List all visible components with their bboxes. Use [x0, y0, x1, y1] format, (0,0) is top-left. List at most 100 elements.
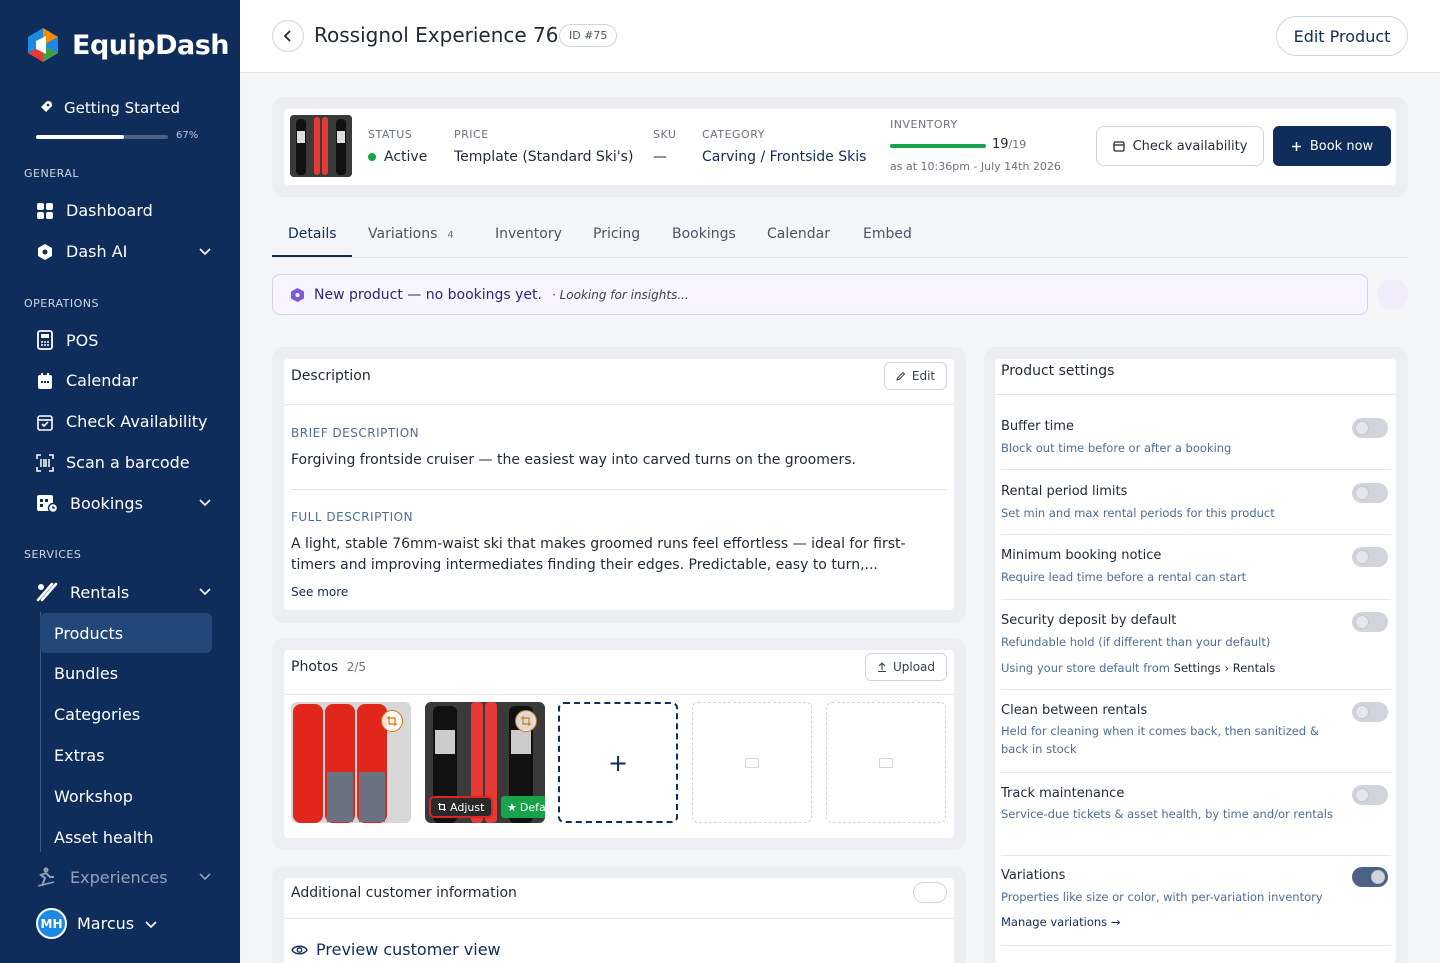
plus-icon: +	[607, 748, 629, 777]
experiences-icon	[37, 867, 55, 887]
setting-description: Service-due tickets & asset health, by t…	[1001, 807, 1333, 821]
sidebar-item-categories[interactable]: Categories	[40, 695, 212, 735]
star-icon: ★	[507, 800, 517, 814]
check-availability-button[interactable]: Check availability	[1096, 126, 1264, 166]
chevron-down-icon	[199, 873, 211, 881]
product-summary: STATUS Active PRICE Template (Standard S…	[284, 109, 1396, 185]
settings-rentals-link[interactable]: Settings › Rentals	[1174, 661, 1276, 675]
hexagon-icon	[38, 243, 52, 260]
empty-photo-slot[interactable]	[692, 702, 812, 823]
hexagon-icon	[291, 287, 304, 302]
product-thumbnail[interactable]	[290, 115, 352, 177]
see-more-link[interactable]: See more	[291, 585, 348, 599]
minimum-booking-notice-toggle[interactable]	[1352, 547, 1388, 567]
getting-started-percent: 67%	[176, 130, 199, 141]
divider	[1001, 772, 1391, 773]
crop-icon[interactable]	[381, 710, 403, 732]
chevron-down-icon	[145, 920, 157, 928]
sidebar-item-label: Bundles	[54, 664, 119, 684]
back-button[interactable]	[272, 20, 304, 52]
setting-title: Minimum booking notice	[1001, 548, 1162, 563]
user-menu[interactable]: MH Marcus	[36, 908, 158, 939]
edit-description-button[interactable]: Edit	[884, 362, 947, 390]
divider	[1001, 599, 1391, 600]
security-deposit-note: Using your store default from Settings ›…	[1001, 661, 1275, 675]
status-field: STATUS Active	[368, 128, 427, 165]
add-photo-slot[interactable]: +	[558, 702, 678, 823]
empty-photo-slot[interactable]	[826, 702, 946, 823]
sidebar-item-extras[interactable]: Extras	[40, 735, 212, 775]
nav-experiences-label: Experiences	[70, 867, 168, 887]
tab-inventory[interactable]: Inventory	[495, 226, 562, 242]
app-logo[interactable]: EquipDash	[24, 26, 230, 64]
equipdash-logo-icon	[24, 26, 62, 64]
nav-bookings[interactable]: Bookings	[36, 493, 216, 513]
tab-embed[interactable]: Embed	[863, 226, 912, 242]
upload-icon	[877, 662, 886, 672]
sidebar-item-products[interactable]: Products	[40, 613, 212, 653]
calendar-check-icon	[37, 414, 53, 431]
sidebar-item-label: Products	[54, 623, 124, 643]
upload-button[interactable]: Upload	[865, 653, 947, 681]
image-placeholder-icon	[745, 757, 759, 768]
additional-info-toggle[interactable]	[913, 882, 947, 903]
banner-action[interactable]	[1377, 279, 1408, 310]
divider	[284, 918, 954, 919]
nav-calendar[interactable]: Calendar	[36, 371, 216, 390]
edit-description-label: Edit	[911, 369, 936, 383]
calendar-icon	[1112, 141, 1125, 152]
tab-variations[interactable]: Variations 4	[368, 226, 454, 242]
chevron-down-icon	[199, 499, 211, 507]
description-title: Description	[291, 368, 371, 384]
setting-description: Block out time before or after a booking	[1001, 441, 1232, 455]
buffer-time-toggle[interactable]	[1352, 418, 1388, 438]
category-value[interactable]: Carving / Frontside Skis	[702, 149, 866, 165]
status-label: STATUS	[368, 128, 413, 141]
nav-dash-ai[interactable]: Dash AI	[36, 242, 216, 261]
sku-value: —	[653, 149, 667, 165]
sidebar-item-workshop[interactable]: Workshop	[40, 776, 212, 816]
book-now-button[interactable]: Book now	[1273, 126, 1391, 166]
sidebar-item-bundles[interactable]: Bundles	[40, 654, 212, 694]
divider	[995, 394, 1396, 395]
photo-2[interactable]: Adjust ★ Defa	[425, 702, 545, 823]
divider	[1001, 855, 1391, 856]
inventory-label: INVENTORY	[890, 118, 958, 131]
crop-icon[interactable]	[515, 710, 537, 732]
adjust-button[interactable]: Adjust	[429, 796, 494, 818]
nav-scan-barcode[interactable]: Scan a barcode	[36, 453, 216, 472]
adjust-label: Adjust	[450, 800, 485, 814]
setting-title: Clean between rentals	[1001, 703, 1148, 718]
banner-text: New product — no bookings yet.	[314, 286, 542, 303]
manage-variations-link[interactable]: Manage variations →	[1001, 915, 1120, 929]
photo-1[interactable]	[291, 702, 411, 823]
chevron-left-icon	[283, 30, 291, 42]
edit-product-button[interactable]: Edit Product	[1276, 16, 1408, 56]
tab-bookings[interactable]: Bookings	[672, 226, 736, 242]
section-operations: OPERATIONS	[24, 297, 99, 310]
product-settings-card: Product settings Buffer time Block out t…	[995, 359, 1396, 963]
nav-check-availability[interactable]: Check Availability	[36, 412, 216, 431]
rental-period-limits-toggle[interactable]	[1352, 483, 1388, 503]
tab-details[interactable]: Details	[288, 226, 337, 242]
tab-calendar[interactable]: Calendar	[767, 226, 830, 242]
tab-pricing[interactable]: Pricing	[593, 226, 640, 242]
page-title: Rossignol Experience 76	[314, 23, 559, 47]
nav-dashboard[interactable]: Dashboard	[36, 201, 216, 220]
preview-customer-view-link[interactable]: Preview customer view	[291, 940, 501, 959]
photos-card: Photos 2/5 Upload Adjust ★ Defa +	[284, 650, 954, 838]
nav-pos[interactable]: POS	[36, 330, 216, 350]
active-tab-indicator	[272, 255, 352, 257]
inventory-timestamp: as at 10:36pm - July 14th 2026	[890, 160, 1061, 173]
nav-rentals[interactable]: Rentals	[36, 582, 216, 602]
plus-icon	[1291, 141, 1301, 151]
nav-experiences[interactable]: Experiences	[36, 867, 216, 887]
track-maintenance-toggle[interactable]	[1352, 785, 1388, 805]
security-deposit-toggle[interactable]	[1352, 612, 1388, 632]
getting-started[interactable]: Getting Started	[36, 99, 180, 117]
clean-between-rentals-toggle[interactable]	[1352, 702, 1388, 722]
sidebar-item-asset-health[interactable]: Asset health	[40, 817, 212, 857]
variations-toggle[interactable]	[1352, 867, 1388, 887]
full-description: A light, stable 76mm-waist ski that make…	[291, 536, 906, 573]
default-badge: ★ Defa	[501, 796, 545, 818]
